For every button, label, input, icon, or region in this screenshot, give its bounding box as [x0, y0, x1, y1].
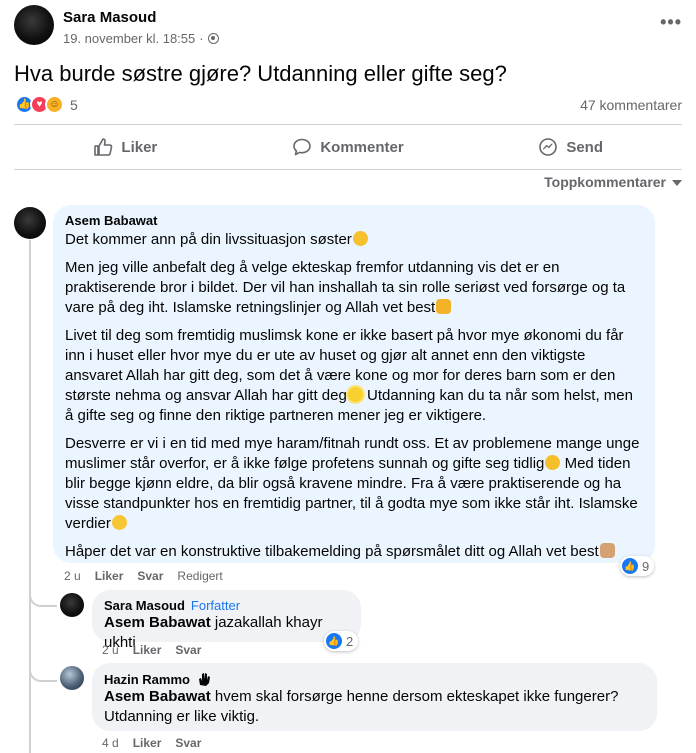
- reply-author-row: Sara Masoud Forfatter: [104, 598, 349, 613]
- divider: [14, 124, 682, 125]
- reply-reply-button[interactable]: Svar: [175, 643, 201, 657]
- zipper-mouth-emoji-icon: [111, 515, 127, 530]
- post-text: Hva burde søstre gjøre? Utdanning eller …: [14, 61, 507, 86]
- reaction-count: 5: [70, 96, 78, 113]
- top-fan-badge-icon: [198, 673, 210, 686]
- comment-sort-dropdown[interactable]: Toppkommentarer: [544, 174, 682, 190]
- send-button[interactable]: Send: [459, 127, 682, 167]
- comment-paragraph: Det kommer ann på din livssituasjon søst…: [65, 230, 643, 250]
- mention-link[interactable]: Asem Babawat: [104, 614, 211, 631]
- reply-author-row: Hazin Rammo: [104, 671, 645, 687]
- reply-author-avatar[interactable]: [60, 593, 84, 617]
- author-badge: Forfatter: [190, 598, 241, 613]
- victory-hand-emoji-icon: [599, 543, 615, 558]
- sun-emoji-icon: [347, 387, 363, 402]
- post-author-name[interactable]: Sara Masoud: [63, 9, 156, 26]
- reply-like-button[interactable]: Liker: [133, 643, 162, 657]
- reply-reply-button[interactable]: Svar: [175, 736, 201, 750]
- like-reaction-icon: 👍: [622, 558, 638, 574]
- speech-bubble-icon: [293, 138, 312, 156]
- send-button-label: Send: [566, 138, 604, 156]
- reply-time[interactable]: 2 u: [102, 643, 119, 657]
- reply-meta-row: 2 u Liker Svar: [102, 643, 201, 657]
- edited-label: Redigert: [177, 569, 223, 583]
- chevron-down-icon: [672, 180, 682, 186]
- reply-like-button[interactable]: Liker: [133, 736, 162, 750]
- comment-bubble: Asem Babawat Det kommer ann på din livss…: [53, 205, 655, 563]
- comment-paragraph: Livet til deg som fremtidig muslimsk kon…: [65, 327, 633, 424]
- more-options-button[interactable]: •••: [660, 12, 682, 33]
- post-meta: 19. november kl. 18:55 ·: [63, 31, 219, 46]
- reply-author[interactable]: Sara Masoud: [104, 598, 185, 613]
- reactions-summary[interactable]: 👍 ♥ ☺ 5: [15, 95, 78, 114]
- comment-time[interactable]: 2 u: [64, 569, 81, 583]
- comment-paragraph: Men jeg ville anbefalt deg å velge ektes…: [65, 259, 626, 316]
- comment-button[interactable]: Kommenter: [237, 127, 460, 167]
- thumbs-up-icon: [94, 138, 113, 156]
- like-button-label: Liker: [121, 138, 158, 156]
- comments-count-link[interactable]: 47 kommentarer: [580, 97, 682, 113]
- reply-author[interactable]: Hazin Rammo: [104, 672, 190, 687]
- divider: [14, 169, 682, 170]
- reply-bubble: Hazin Rammo Asem Babawat hvem skal forsø…: [92, 663, 657, 731]
- comment-meta-row: 2 u Liker Svar Redigert: [64, 569, 223, 583]
- commenter-avatar[interactable]: [14, 207, 46, 239]
- reply-connector: [29, 575, 57, 607]
- reply-meta-row: 4 d Liker Svar: [102, 736, 201, 750]
- hugging-face-emoji-icon: [352, 231, 368, 246]
- action-bar: Liker Kommenter Send: [14, 127, 682, 167]
- comment-reply-button[interactable]: Svar: [137, 569, 163, 583]
- mention-link[interactable]: Asem Babawat: [104, 688, 211, 705]
- messenger-icon: [539, 138, 558, 156]
- reply-time[interactable]: 4 d: [102, 736, 119, 750]
- globe-icon: [207, 33, 219, 44]
- like-reaction-icon: 👍: [326, 633, 342, 649]
- post-timestamp[interactable]: 19. november kl. 18:55: [63, 31, 195, 46]
- reply-text: Asem Babawat hvem skal forsørge henne de…: [104, 688, 619, 725]
- reply-reaction-badge[interactable]: 👍 2: [324, 631, 359, 651]
- comment-reaction-count: 9: [642, 558, 650, 574]
- reply-connector: [29, 650, 57, 682]
- comment-paragraph: Desverre er vi i en tid med mye haram/fi…: [65, 435, 640, 532]
- comment-button-label: Kommenter: [320, 138, 404, 156]
- author-avatar[interactable]: [14, 5, 54, 45]
- reply-reaction-count: 2: [346, 633, 354, 649]
- reply-bubble: Sara Masoud Forfatter Asem Babawat jazak…: [92, 590, 361, 651]
- open-hands-emoji-icon: [436, 299, 452, 314]
- grimacing-face-emoji-icon: [545, 455, 561, 470]
- like-button[interactable]: Liker: [14, 127, 237, 167]
- comment-reaction-badge[interactable]: 👍 9: [620, 556, 655, 576]
- post-header: Sara Masoud 19. november kl. 18:55 ·: [14, 5, 684, 49]
- sort-label: Toppkommentarer: [544, 174, 666, 190]
- comment-like-button[interactable]: Liker: [95, 569, 124, 583]
- comment-author[interactable]: Asem Babawat: [65, 213, 643, 228]
- comment-paragraph: Håper det var en konstruktive tilbakemel…: [65, 542, 643, 562]
- care-reaction-icon: ☺: [45, 95, 64, 114]
- reply-author-avatar[interactable]: [60, 666, 84, 690]
